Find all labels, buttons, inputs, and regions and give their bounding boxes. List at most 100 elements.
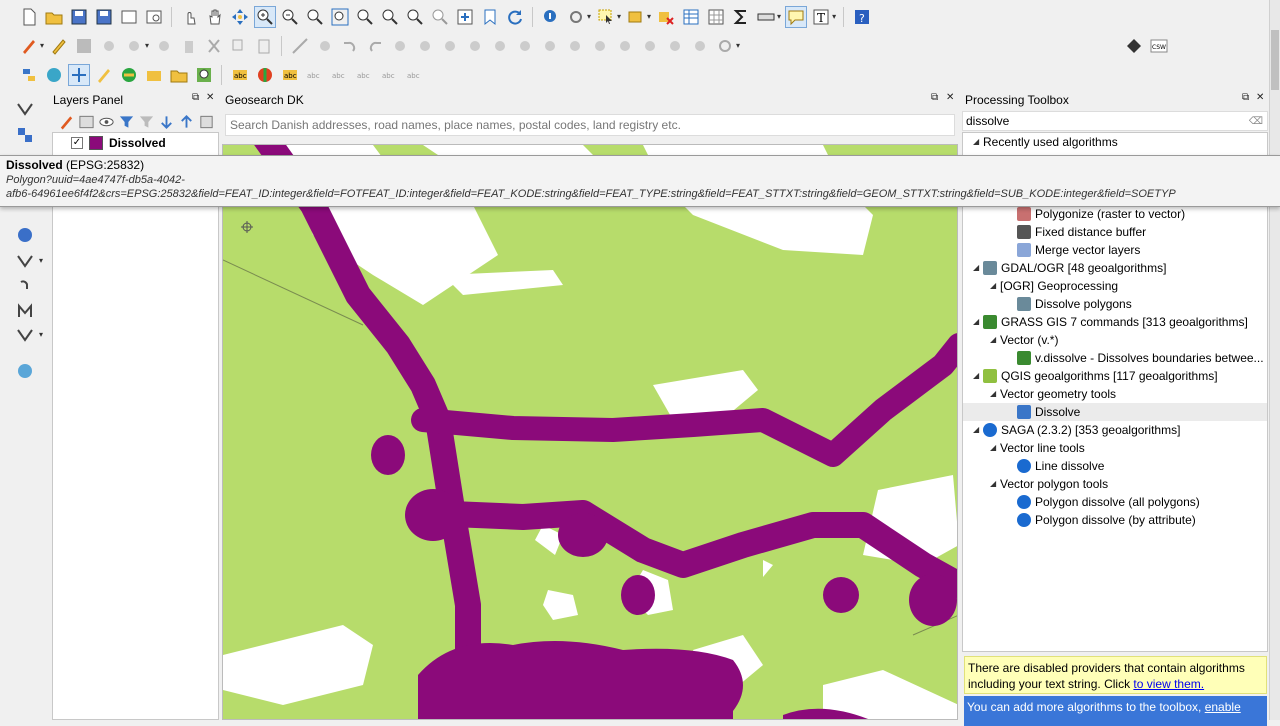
processing-tree-item[interactable]: Fixed distance buffer [963, 223, 1267, 241]
add-group-icon[interactable] [78, 111, 95, 133]
expand-arrow-icon[interactable]: ◢ [973, 367, 983, 385]
advanced-digitize-6-icon[interactable] [514, 35, 536, 57]
advanced-digitize-12-icon[interactable] [664, 35, 686, 57]
processing-tree-item[interactable]: v.dissolve - Dissolves boundaries betwee… [963, 349, 1267, 367]
processing-tree-item[interactable]: ◢ Recently used algorithms [963, 133, 1267, 151]
processing-tree-item[interactable]: ◢ QGIS geoalgorithms [117 geoalgorithms] [963, 367, 1267, 385]
processing-tree-item[interactable]: Polygon dissolve (by attribute) [963, 511, 1267, 529]
select-features-icon[interactable] [595, 6, 617, 28]
remove-layer-icon[interactable] [198, 111, 215, 133]
undo-icon[interactable] [339, 35, 361, 57]
node-tool-icon[interactable] [123, 35, 145, 57]
processing-tree-item[interactable]: Merge vector layers [963, 241, 1267, 259]
processing-search-input[interactable]: dissolve ⌫ [962, 111, 1268, 131]
filter-expression-icon[interactable] [138, 111, 155, 133]
add-wfs-layer-icon[interactable] [14, 276, 36, 298]
edit-tool-icon[interactable] [93, 64, 115, 86]
processing-tree-item[interactable]: ◢ GDAL/OGR [48 geoalgorithms] [963, 259, 1267, 277]
touch-zoom-icon[interactable] [179, 6, 201, 28]
expand-arrow-icon[interactable]: ◢ [990, 277, 1000, 295]
label-toolbar-8-icon[interactable]: abc [404, 64, 426, 86]
identify-icon[interactable] [540, 6, 562, 28]
float-geosearch-icon[interactable]: ⧉ [931, 92, 938, 103]
map-tips-icon[interactable] [784, 5, 807, 28]
save-project-icon[interactable] [68, 6, 90, 28]
action-icon[interactable] [565, 6, 587, 28]
label-toolbar-7-icon[interactable]: abc [379, 64, 401, 86]
open-folder-icon[interactable] [168, 64, 190, 86]
measure-icon[interactable] [755, 6, 777, 28]
composer-manager-icon[interactable] [143, 6, 165, 28]
processing-tree-item[interactable]: ◢ SAGA (2.3.2) [353 geoalgorithms] [963, 421, 1267, 439]
window-scrollbar[interactable] [1269, 0, 1280, 720]
float-processing-icon[interactable]: ⧉ [1242, 92, 1249, 103]
new-print-composer-icon[interactable] [118, 6, 140, 28]
georeferencer-icon[interactable] [43, 64, 65, 86]
add-spatialite-layer-icon[interactable] [14, 300, 36, 322]
new-map-view-icon[interactable] [454, 6, 476, 28]
expand-arrow-icon[interactable]: ◢ [990, 439, 1000, 457]
python-console-icon[interactable] [18, 64, 40, 86]
zoom-to-layer-icon[interactable] [354, 6, 376, 28]
advanced-digitize-11-icon[interactable] [639, 35, 661, 57]
text-annotation-icon[interactable]: T [810, 6, 832, 28]
view-disabled-link[interactable]: to view them. [1133, 677, 1204, 691]
zoom-out-icon[interactable] [279, 6, 301, 28]
processing-tree-item[interactable]: ◢ Vector polygon tools [963, 475, 1267, 493]
zoom-next-icon[interactable] [429, 6, 451, 28]
style-layer-icon[interactable] [58, 111, 75, 133]
add-wcs-layer-icon[interactable] [14, 250, 36, 272]
label-toolbar-1-icon[interactable]: abc [229, 64, 251, 86]
expand-arrow-icon[interactable]: ◢ [990, 475, 1000, 493]
paste-icon[interactable] [253, 35, 275, 57]
copy-icon[interactable] [228, 35, 250, 57]
layer-item-dissolved[interactable]: ✓ Dissolved [71, 134, 217, 152]
search-map-icon[interactable] [193, 64, 215, 86]
zoom-last-icon[interactable] [404, 6, 426, 28]
layer-visibility-checkbox[interactable]: ✓ [71, 137, 83, 149]
clear-search-icon[interactable]: ⌫ [1249, 113, 1263, 131]
crs-icon[interactable] [143, 64, 165, 86]
processing-tree-item[interactable]: Line dissolve [963, 457, 1267, 475]
advanced-digitize-1-icon[interactable] [389, 35, 411, 57]
current-edits-icon[interactable] [18, 35, 40, 57]
pan-to-selection-icon[interactable] [229, 6, 251, 28]
processing-tree-item[interactable]: ◢ Vector line tools [963, 439, 1267, 457]
processing-icon[interactable] [118, 64, 140, 86]
advanced-digitize-7-icon[interactable] [539, 35, 561, 57]
zoom-full-icon[interactable] [329, 6, 351, 28]
processing-tree-item[interactable]: ◢ GRASS GIS 7 commands [313 geoalgorithms… [963, 313, 1267, 331]
coordinate-capture-icon[interactable] [67, 63, 90, 86]
new-shapefile-layer-icon[interactable] [14, 324, 36, 346]
enable-link[interactable]: enable [1205, 700, 1241, 714]
new-project-icon[interactable] [18, 6, 40, 28]
zoom-in-icon[interactable] [253, 5, 276, 28]
metasearch-icon[interactable] [1123, 35, 1145, 57]
advanced-digitize-2-icon[interactable] [414, 35, 436, 57]
zoom-to-selection-icon[interactable] [379, 6, 401, 28]
field-calculator-icon[interactable] [705, 6, 727, 28]
add-raster-layer-icon[interactable] [14, 124, 36, 146]
digitize-icon[interactable] [289, 35, 311, 57]
pan-map-icon[interactable] [204, 6, 226, 28]
expand-arrow-icon[interactable]: ◢ [973, 259, 983, 277]
add-wms-layer-icon[interactable] [14, 224, 36, 246]
expand-arrow-icon[interactable]: ◢ [990, 331, 1000, 349]
label-toolbar-6-icon[interactable]: abc [354, 64, 376, 86]
close-processing-icon[interactable]: ✕ [1256, 92, 1264, 103]
save-edits-icon[interactable] [73, 35, 95, 57]
redo-icon[interactable] [364, 35, 386, 57]
advanced-digitize-9-icon[interactable] [589, 35, 611, 57]
visibility-icon[interactable] [98, 111, 115, 133]
cut-icon[interactable] [203, 35, 225, 57]
advanced-digitize-5-icon[interactable] [489, 35, 511, 57]
advanced-digitize-10-icon[interactable] [614, 35, 636, 57]
toggle-editing-icon[interactable] [48, 35, 70, 57]
close-geosearch-icon[interactable]: ✕ [946, 92, 954, 103]
advanced-digitize-3-icon[interactable] [439, 35, 461, 57]
zoom-native-icon[interactable] [304, 6, 326, 28]
select-by-value-icon[interactable] [625, 6, 647, 28]
expand-arrow-icon[interactable]: ◢ [973, 313, 983, 331]
expand-arrow-icon[interactable]: ◢ [990, 385, 1000, 403]
rotate-feature-icon[interactable] [714, 35, 736, 57]
